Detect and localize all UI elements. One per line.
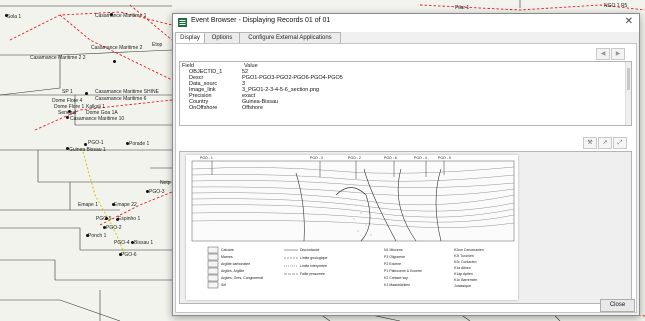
legend-stratigraphy: P3 Oligocene [384,255,406,259]
map-label-pgo5: PGO-5 [96,216,112,222]
display-panel: ◀ ▶ Field Value OBJECTID_1 52 Descr PGO1-P… [175,43,637,313]
well-label: PGO - 2 [348,156,361,160]
map-label-porade: Porade 1 [129,141,150,147]
well-point[interactable] [146,190,149,193]
legend-lithology: Calcaire [221,248,234,252]
tab-configure-external-applications[interactable]: Configure External Applications [239,32,341,43]
well-label: PGO - 5 [438,156,451,160]
map-label-pgo2: PGO-2 [106,225,122,231]
grid-row[interactable]: OnOffshore Offshore [180,105,626,111]
well-point[interactable] [5,14,8,17]
map-label-pgo6: PGO-6 [121,252,137,258]
map-label-guinea-bissau: Guinea Bissau 1 [69,147,106,153]
legend-stage: K2t Turonien [454,254,474,258]
open-link-icon[interactable]: ↗ [598,137,612,149]
legend-stratigraphy: P2 Eocene [384,262,402,266]
well-label: PGO - 1 [200,156,213,160]
map-label-etop: Etop [152,42,163,48]
map-label-pilar: Pilar 1 [455,5,470,11]
well-point[interactable] [68,110,71,113]
attribute-grid[interactable]: Field Value OBJECTID_1 52 Descr PGO1-PGO3-… [179,61,632,126]
legend-line: Limite geologique [300,256,328,260]
map-label-pgo3: PGO-3 [149,189,165,195]
map-label-emape-22: Emape 22 [114,202,137,208]
well-point[interactable] [119,253,122,256]
legend-stage: Jurassique [454,284,471,288]
well-label: PGO - 6 [384,156,397,160]
close-button[interactable]: Close [600,299,635,312]
well-point[interactable] [86,234,89,237]
tools-icon[interactable]: ⚒ [583,137,597,149]
previous-record-button[interactable]: ◀ [596,48,610,60]
legend-lithology: Argiles, Gres, Conglomerat [221,276,264,280]
map-label-pgo1: PGO-1 [88,140,104,146]
well-point[interactable] [103,226,106,229]
map-label-casamance-6: Casamance Maritime 6 [95,96,147,102]
well-point[interactable] [110,13,113,16]
legend-stage: K1n Barremien [454,278,478,282]
well-point[interactable] [105,217,108,220]
legend-lithology: Argilite carbonatee [221,262,251,266]
legend-line: Faille presumee [300,272,325,276]
legend-stage: K2cm Cenomanien [454,248,484,252]
grid-scrollbar[interactable] [625,62,631,125]
legend-lithology: Argiles, Argilite [221,269,245,273]
legend-line: Limite interpretee [300,264,328,268]
scroll-thumb[interactable] [627,68,630,90]
well-point[interactable] [113,60,116,63]
map-label-casamance-2: Casamance Maritime 2 [91,45,143,51]
dialog-title: Event Browser - Displaying Records 01 of… [191,17,331,24]
legend-stage: K2c Coniacien [454,260,477,264]
map-label-pgo4: PGO-4 [114,240,130,246]
fit-to-window-icon[interactable]: ⤢ [613,137,627,149]
well-point[interactable] [84,143,87,146]
next-record-button[interactable]: ▶ [611,48,625,60]
well-point[interactable] [116,218,119,221]
legend-stratigraphy: P1 Paleocene & Eocene [384,269,422,273]
map-label-sp: SP 1 [62,89,73,95]
field-value: Offshore [242,105,263,111]
map-label-espinho: Espinho 1 [118,216,141,222]
close-icon[interactable]: ✕ [625,16,633,28]
map-label-netp: Netp [160,180,171,186]
tab-options[interactable]: Options [204,32,240,43]
map-label-ngo: NGO 1 R5 [604,3,628,9]
map-label-sola: Sola 1 [7,14,22,20]
legend-lithology: Sel [221,283,227,287]
well-label: PGO - 3 [310,156,323,160]
legend-stratigraphy: N1 Miocene [384,248,403,252]
map-label-emape: Emape 1 [78,202,99,208]
well-point[interactable] [85,92,88,95]
legend-line: Discordance [300,248,320,252]
map-label-ponch: Ponch 1 [88,233,107,239]
legend-stage: K1a Albien [454,266,471,270]
legend-stage: K1ap Aptien [454,272,473,276]
event-browser-dialog: Event Browser - Displaying Records 01 of… [172,13,640,316]
well-point[interactable] [66,116,69,119]
well-point[interactable] [126,142,129,145]
well-point[interactable] [66,147,69,150]
map-label-casamance-2-2: Casamance Maritime 2 2 [30,55,86,61]
image-viewer[interactable]: PGO - 1 PGO - 3 PGO - 2 PGO - 6 PGO - 4 … [179,151,632,304]
well-label: PGO - 4 [414,156,427,160]
field-name: OnOffshore [189,105,218,111]
legend-stratigraphy: K1 Maastrichtien [384,283,411,287]
legend-lithology: Marnes [221,255,233,259]
map-label-casamance-10: Casamance Maritime 10 [70,116,125,122]
cross-section-image: PGO - 1 PGO - 3 PGO - 2 PGO - 6 PGO - 4 … [186,155,518,300]
legend-stratigraphy: K2 Cretace sup. [384,276,410,280]
well-point[interactable] [131,241,134,244]
dialog-titlebar[interactable]: Event Browser - Displaying Records 01 of… [173,14,639,32]
map-label-shine: Casamance Maritime SHINE [95,89,159,95]
map-label-bissau-1: Bissau 1 [134,240,154,246]
map-label-casamance-1: Casamance Maritime 1 [95,13,147,19]
event-browser-icon [178,18,187,27]
well-point[interactable] [112,203,115,206]
